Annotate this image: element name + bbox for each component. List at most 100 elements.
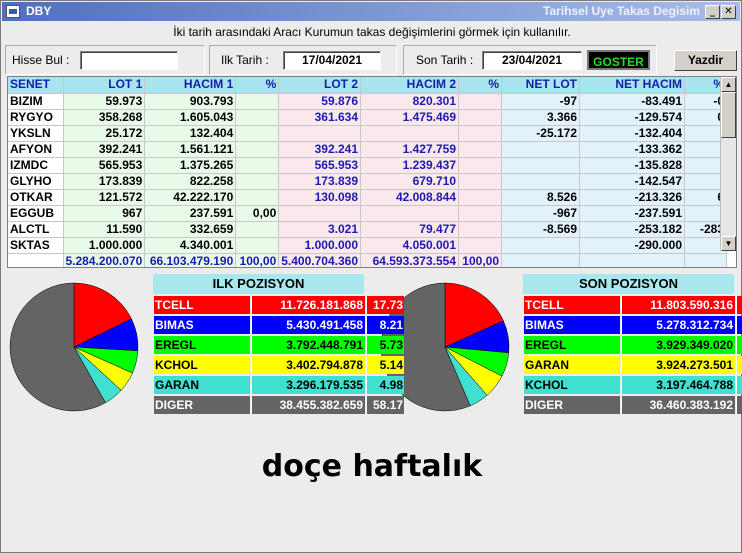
position-value: 3.924.273.501 xyxy=(621,356,735,374)
table-cell: EGGUB xyxy=(8,205,64,222)
table-row[interactable]: RYGYO 358.268 1.605.043 361.634 1.475.469 3.3… xyxy=(8,109,727,126)
table-cell xyxy=(235,221,280,238)
table-cell: 1.375.265 xyxy=(144,157,237,174)
table-cell xyxy=(235,157,280,174)
column-header[interactable]: % xyxy=(458,77,502,94)
table-cell: 358.268 xyxy=(63,109,146,126)
table-cell xyxy=(458,93,502,110)
column-header[interactable]: HACIM 1 xyxy=(144,77,237,94)
position-pct: 8.21 xyxy=(366,316,404,334)
column-header[interactable]: LOT 2 xyxy=(278,77,361,94)
goster-button[interactable]: GOSTER xyxy=(587,50,650,70)
son-tarih-input[interactable]: 23/04/2021 xyxy=(482,51,582,70)
position-row: TCELL 11.726.181.868 17.73 xyxy=(153,296,404,314)
column-header[interactable]: SENET xyxy=(8,77,64,94)
takas-table[interactable]: SENET LOT 1 HACIM 1% LOT 2 HACIM 2% NET LOT NE… xyxy=(7,76,737,268)
position-pct: 18.27 xyxy=(736,296,742,314)
table-cell: 820.301 xyxy=(360,93,459,110)
table-cell: 11.590 xyxy=(63,221,146,238)
position-name: EREGL xyxy=(154,336,250,354)
position-pct: 17.73 xyxy=(366,296,404,314)
position-name: TCELL xyxy=(154,296,250,314)
table-cell xyxy=(235,173,280,190)
table-cell xyxy=(235,237,280,254)
table-cell: -25.172 xyxy=(501,125,580,142)
table-scrollbar[interactable]: ▲ ▼ xyxy=(720,77,736,251)
table-cell: 392.241 xyxy=(63,141,146,158)
position-row: EREGL3.929.349.0206.08 xyxy=(523,336,742,354)
table-cell: 967 xyxy=(63,205,146,222)
table-cell xyxy=(458,109,502,126)
column-header[interactable]: NET LOT xyxy=(501,77,580,94)
app-window: DBY Tarihsel Uye Takas Degisim _ ✕ İki t… xyxy=(0,0,742,553)
position-row: TCELL11.803.590.31618.27 xyxy=(523,296,742,314)
table-cell: -132.404 xyxy=(579,125,685,142)
position-row: EREGL 3.792.448.791 5.73 xyxy=(153,336,404,354)
table-row[interactable]: OTKAR 121.572 42.222.170 130.098 42.008.844 8… xyxy=(8,189,727,206)
table-row[interactable]: SKTAS 1.000.000 4.340.001 1.000.000 4.050.00… xyxy=(8,237,727,254)
table-row[interactable]: IZMDC 565.953 1.375.265 565.953 1.239.437 -13… xyxy=(8,157,727,174)
ilk-pozisyon-title: ILK POZISYON xyxy=(153,274,364,294)
column-header[interactable]: % xyxy=(235,77,280,94)
table-row[interactable]: AFYON 392.241 1.561.121 392.241 1.427.759 -13… xyxy=(8,141,727,158)
position-row: DIGER36.460.383.19256.44 xyxy=(523,396,742,414)
table-row[interactable]: ALCTL 11.590 332.659 3.021 79.477 -8.569 -253.… xyxy=(8,221,727,238)
description-text: İki tarih arasındaki Aracı Kurumun takas… xyxy=(173,25,571,39)
table-row[interactable]: GLYHO 173.839 822.258 173.839 679.710 -142.54… xyxy=(8,173,727,190)
ilk-tarih-label: Ilk Tarih : xyxy=(221,53,269,67)
table-cell: -253.182 xyxy=(579,221,685,238)
table-cell xyxy=(458,157,502,174)
close-button[interactable]: ✕ xyxy=(721,5,736,19)
position-name: GARAN xyxy=(154,376,250,394)
scroll-up-button[interactable]: ▲ xyxy=(721,77,736,92)
table-cell: -237.591 xyxy=(579,205,685,222)
table-header-row: SENET LOT 1 HACIM 1% LOT 2 HACIM 2% NET LOT NE… xyxy=(8,77,727,94)
position-pct: 58.17 xyxy=(366,396,404,414)
scroll-thumb[interactable] xyxy=(721,92,736,138)
table-cell xyxy=(458,189,502,206)
table-cell: 1.000.000 xyxy=(278,237,361,254)
title-bar[interactable]: DBY Tarihsel Uye Takas Degisim _ ✕ xyxy=(2,2,740,21)
table-cell: 565.953 xyxy=(278,157,361,174)
table-cell xyxy=(501,157,580,174)
position-row: DIGER 38.455.382.659 58.17 xyxy=(153,396,404,414)
position-value: 3.197.464.788 xyxy=(621,376,735,394)
hisse-search-input[interactable] xyxy=(80,51,178,70)
table-cell: YKSLN xyxy=(8,125,64,142)
ilk-tarih-input[interactable]: 17/04/2021 xyxy=(283,51,381,70)
total-cell: 5.400.704.360 xyxy=(278,253,361,267)
table-cell: 679.710 xyxy=(360,173,459,190)
column-header[interactable]: HACIM 2 xyxy=(360,77,459,94)
total-cell: 64.593.373.554 xyxy=(360,253,459,267)
table-cell: 392.241 xyxy=(278,141,361,158)
total-cell: 66.103.479.190 xyxy=(144,253,237,267)
table-cell: 361.634 xyxy=(278,109,361,126)
table-row[interactable]: BIZIM 59.973 903.793 59.876 820.301 -97 -83.49… xyxy=(8,93,727,110)
table-cell xyxy=(235,189,280,206)
table-row[interactable]: YKSLN 25.172 132.404 -25.172 -132.404 xyxy=(8,125,727,142)
position-pct: 5.73 xyxy=(366,336,404,354)
table-cell: 79.477 xyxy=(360,221,459,238)
minimize-button[interactable]: _ xyxy=(705,5,720,19)
table-cell: 3.021 xyxy=(278,221,361,238)
yazdir-button[interactable]: Yazdir xyxy=(674,50,737,71)
position-name: KCHOL xyxy=(154,356,250,374)
position-value: 38.455.382.659 xyxy=(251,396,365,414)
total-cell xyxy=(579,253,685,267)
total-cell xyxy=(684,253,727,267)
table-cell xyxy=(458,125,502,142)
table-cell: 3.366 xyxy=(501,109,580,126)
column-header[interactable]: LOT 1 xyxy=(63,77,146,94)
position-value: 3.929.349.020 xyxy=(621,336,735,354)
table-cell: RYGYO xyxy=(8,109,64,126)
table-cell xyxy=(501,141,580,158)
table-row[interactable]: EGGUB 967 237.591 0,00 -967 -237.591 xyxy=(8,205,727,222)
table-totals-row: 5.284.200.070 66.103.479.190 100,00 5.400.7… xyxy=(8,253,727,267)
scroll-down-button[interactable]: ▼ xyxy=(721,236,736,251)
table-cell xyxy=(501,173,580,190)
column-header[interactable]: NET HACIM xyxy=(579,77,685,94)
position-row: BIMAS5.278.312.7348.17 xyxy=(523,316,742,334)
table-cell xyxy=(278,205,361,222)
son-pozisyon-title: SON POZISYON xyxy=(523,274,734,294)
table-cell: 237.591 xyxy=(144,205,237,222)
